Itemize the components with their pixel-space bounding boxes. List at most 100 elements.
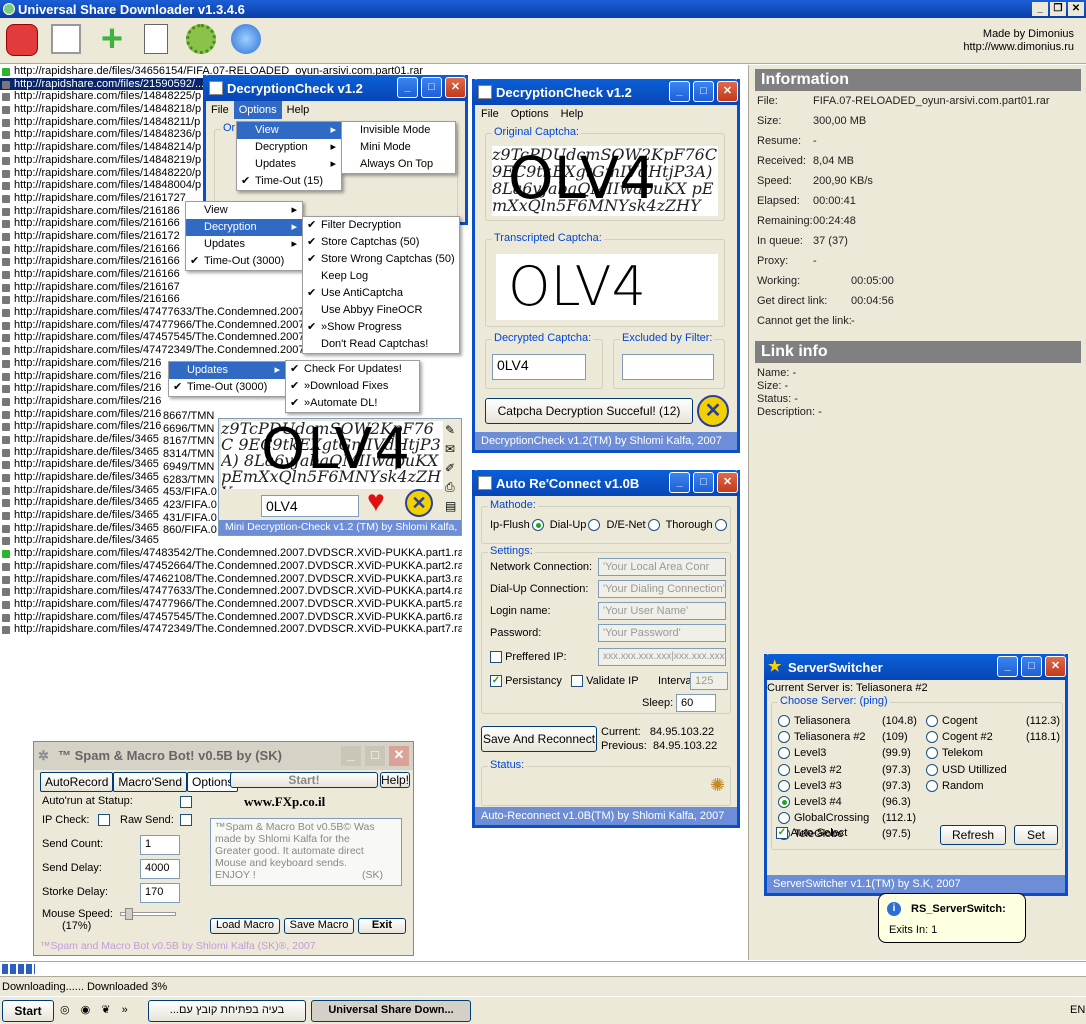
menu-item[interactable]: Invisible Mode — [342, 122, 455, 139]
menu-item[interactable]: ✔ Time-Out (3000) — [186, 253, 302, 270]
dc-menu-help[interactable]: Help — [555, 105, 590, 123]
server-option[interactable]: Teliasonera (104.8) — [778, 715, 918, 731]
menu-item[interactable]: ✔ Filter Decryption — [303, 217, 459, 234]
ipcheck-checkbox[interactable] — [98, 814, 110, 826]
server-radio[interactable] — [926, 779, 938, 792]
menu-item[interactable]: Updates ▸ — [237, 156, 341, 173]
spam-titlebar[interactable]: ✲ ™ Spam & Macro Bot! v0.5B by (SK) _ □ ✕ — [34, 742, 413, 770]
auto-select-checkbox[interactable]: ✓ — [776, 827, 788, 840]
list-item[interactable]: http://rapidshare.com/files/47477966/The… — [0, 598, 462, 611]
arc-field-input[interactable]: 'Your Dialing Connection' — [598, 580, 726, 598]
exit-button[interactable]: Exit — [358, 918, 406, 934]
set-button[interactable]: Set — [1014, 825, 1058, 845]
arc-titlebar[interactable]: Auto Re'Connect v1.0B _ □ ✕ — [472, 470, 740, 496]
ss-minimize[interactable]: _ — [997, 656, 1018, 677]
server-radio[interactable] — [926, 731, 938, 744]
site-link[interactable]: www.FXp.co.il — [244, 794, 325, 810]
save-macro-button[interactable]: Save Macro — [284, 918, 354, 934]
menu-help[interactable]: Help — [282, 101, 315, 119]
stop-icon[interactable] — [6, 24, 38, 56]
server-radio[interactable] — [778, 779, 790, 792]
quicklaunch-icons[interactable]: ◎ ◉ ❦ » — [60, 1003, 140, 1019]
options-menu[interactable]: View ▸ Decryption ▸ Updates ▸ ✔ Time-Out (15) — [236, 121, 342, 191]
method-radio[interactable] — [647, 519, 660, 532]
server-option[interactable]: USD Utillized — [926, 764, 1064, 780]
server-option[interactable]: Random — [926, 780, 1064, 796]
menu-item[interactable]: Updates ▸ — [186, 236, 302, 253]
menu-item[interactable]: View ▸ — [237, 122, 341, 139]
method-radio[interactable] — [714, 519, 727, 532]
close-button[interactable]: ✕ — [1068, 2, 1084, 16]
mouse-speed-slider[interactable] — [120, 908, 176, 920]
tab-autorecord[interactable]: AutoRecord — [40, 772, 114, 792]
arc-close[interactable]: ✕ — [717, 472, 738, 493]
arc-field-input[interactable]: 'Your Password' — [598, 624, 726, 642]
spam-field-input[interactable]: 1 — [140, 835, 180, 855]
menu-item[interactable]: ✔ »Download Fixes — [286, 378, 419, 395]
view-submenu[interactable]: Invisible Mode Mini Mode Always On Top — [341, 121, 456, 174]
menu-item[interactable]: Keep Log — [303, 268, 459, 285]
load-macro-button[interactable]: Load Macro — [210, 918, 280, 934]
server-option[interactable]: Cogent #2 (118.1) — [926, 731, 1064, 747]
server-radio[interactable] — [778, 763, 790, 776]
heart-icon[interactable]: ♥ — [367, 485, 385, 519]
server-radio[interactable] — [926, 747, 938, 760]
server-radio[interactable] — [926, 763, 938, 776]
task-button-1[interactable]: ...בעיה בפתיחת קובץ עם — [148, 1000, 306, 1022]
server-radio[interactable] — [778, 796, 790, 809]
context-menu-2[interactable]: Updates ▸ ✔ Time-Out (3000) — [168, 361, 286, 397]
close-x-icon[interactable]: ✕ — [405, 489, 433, 517]
dc-menu-options[interactable]: Options — [505, 105, 555, 123]
spam-close[interactable]: ✕ — [389, 746, 409, 766]
refresh-button[interactable]: Refresh — [940, 825, 1006, 845]
window-icon[interactable] — [51, 24, 81, 54]
mini-captcha-value[interactable]: 0LV4 — [261, 495, 359, 517]
dc-minimize[interactable]: _ — [669, 81, 690, 102]
persistancy-checkbox[interactable]: ✓ — [490, 675, 502, 688]
dc-close-x-icon[interactable]: ✕ — [697, 395, 729, 427]
dc-small-close[interactable]: ✕ — [445, 77, 466, 98]
minimize-button[interactable]: _ — [1032, 2, 1048, 16]
autorun-checkbox[interactable] — [180, 796, 192, 808]
server-radio[interactable] — [778, 731, 790, 744]
menu-item[interactable]: Decryption ▸ — [186, 219, 302, 236]
spam-minimize[interactable]: _ — [341, 746, 361, 766]
ss-close[interactable]: ✕ — [1045, 656, 1066, 677]
server-option[interactable]: GlobalCrossing (112.1) — [778, 812, 918, 828]
list-item[interactable]: http://rapidshare.com/files/47472349/The… — [0, 623, 462, 635]
menu-item[interactable]: Updates ▸ — [169, 362, 285, 379]
server-radio[interactable] — [778, 747, 790, 760]
method-radio[interactable] — [588, 519, 601, 532]
arc-maximize[interactable]: □ — [693, 472, 714, 493]
globe-icon[interactable] — [231, 24, 261, 54]
arc-field-input[interactable]: 'Your Local Area Conr — [598, 558, 726, 576]
menu-file[interactable]: File — [206, 101, 234, 119]
list-item[interactable]: http://rapidshare.com/files/47477633/The… — [0, 585, 462, 598]
arc-minimize[interactable]: _ — [669, 472, 690, 493]
server-radio[interactable] — [778, 812, 790, 825]
task-button-2[interactable]: Universal Share Down... — [311, 1000, 471, 1022]
server-option[interactable]: Level3 #4 (96.3) — [778, 796, 918, 812]
dc-small-minimize[interactable]: _ — [397, 77, 418, 98]
author-url[interactable]: http://www.dimonius.ru — [963, 41, 1074, 53]
list-item[interactable]: http://rapidshare.com/files/47457545/The… — [0, 611, 462, 624]
menu-item[interactable]: View ▸ — [186, 202, 302, 219]
spam-field-input[interactable]: 4000 — [140, 859, 180, 879]
menu-item[interactable]: ✔ Store Wrong Captchas (50) — [303, 251, 459, 268]
method-radio[interactable] — [531, 519, 544, 532]
menu-item[interactable]: ✔ Time-Out (3000) — [169, 379, 285, 396]
menu-item[interactable]: ✔ Store Captchas (50) — [303, 234, 459, 251]
ss-maximize[interactable]: □ — [1021, 656, 1042, 677]
decryption-submenu[interactable]: ✔ Filter Decryption ✔ Store Captchas (50) ✔ S… — [302, 216, 460, 354]
decrypted-captcha-field[interactable]: 0LV4 — [492, 354, 586, 380]
arc-field-input[interactable]: 'Your User Name' — [598, 602, 726, 620]
dc-small-maximize[interactable]: □ — [421, 77, 442, 98]
restore-button[interactable]: ❐ — [1050, 2, 1066, 16]
menu-item[interactable]: ✔ »Show Progress — [303, 319, 459, 336]
dc-menu-file[interactable]: File — [475, 105, 505, 123]
dc-small-titlebar[interactable]: DecryptionCheck v1.2 _ □ ✕ — [203, 75, 468, 101]
list-item[interactable]: http://rapidshare.com/files/47462108/The… — [0, 573, 462, 586]
gear-icon[interactable] — [186, 24, 216, 54]
server-option[interactable]: Telekom — [926, 747, 1064, 763]
dc-close[interactable]: ✕ — [717, 81, 738, 102]
